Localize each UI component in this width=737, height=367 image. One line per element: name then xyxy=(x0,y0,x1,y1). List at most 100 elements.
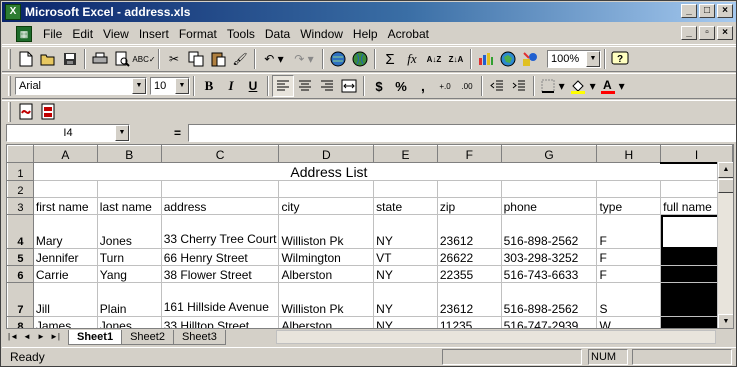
row-header[interactable]: 7 xyxy=(7,282,34,317)
row-header[interactable]: 4 xyxy=(7,214,34,249)
menu-help[interactable]: Help xyxy=(348,25,383,43)
cell[interactable]: NY xyxy=(373,316,438,328)
menu-edit[interactable]: Edit xyxy=(67,25,98,43)
chevron-down-icon[interactable]: ▼ xyxy=(586,51,600,67)
tab-sheet3[interactable]: Sheet3 xyxy=(172,329,226,345)
cell[interactable]: Carrie xyxy=(32,265,98,283)
cell[interactable]: VT xyxy=(373,248,438,266)
cell[interactable]: 38 Flower Street xyxy=(160,265,280,283)
cell[interactable]: 23612 xyxy=(436,282,502,317)
cell[interactable]: 23612 xyxy=(436,214,502,249)
chevron-down-icon[interactable]: ▼ xyxy=(132,78,146,94)
column-header[interactable]: H xyxy=(596,145,662,163)
cell[interactable]: Wilmington xyxy=(278,248,375,266)
cell[interactable]: Jennifer xyxy=(32,248,98,266)
align-center-icon[interactable] xyxy=(294,75,316,97)
column-header[interactable]: G xyxy=(500,145,598,163)
borders-icon[interactable]: ▾ xyxy=(538,75,568,97)
align-right-icon[interactable] xyxy=(316,75,338,97)
fill-color-icon[interactable]: ▾ xyxy=(568,75,598,97)
function-icon[interactable]: fx xyxy=(401,48,423,70)
cell[interactable]: NY xyxy=(373,265,438,283)
cell[interactable] xyxy=(596,180,662,198)
cell[interactable]: 22355 xyxy=(436,265,502,283)
cell[interactable]: city xyxy=(278,197,375,215)
cell[interactable]: Alberston xyxy=(278,316,375,328)
cell[interactable]: 516-898-2562 xyxy=(500,214,598,249)
new-icon[interactable] xyxy=(15,48,37,70)
cell[interactable]: first name xyxy=(32,197,98,215)
workbook-minimize-button[interactable]: _ xyxy=(681,26,697,40)
menu-acrobat[interactable]: Acrobat xyxy=(383,25,434,43)
cell[interactable]: 66 Henry Street xyxy=(160,248,280,266)
zoom-select[interactable]: 100% ▼ xyxy=(547,50,601,68)
align-left-icon[interactable] xyxy=(272,75,294,97)
cell[interactable]: NY xyxy=(373,282,438,317)
row-header[interactable]: 3 xyxy=(7,197,34,215)
font-color-icon[interactable]: A ▾ xyxy=(598,75,628,97)
vertical-scrollbar[interactable]: ▲ ▼ xyxy=(717,162,733,328)
toolbar-grip[interactable] xyxy=(8,76,11,96)
cell[interactable]: 303-298-3252 xyxy=(500,248,598,266)
row-header[interactable]: 6 xyxy=(7,265,34,283)
cell[interactable]: 516-898-2562 xyxy=(500,282,598,317)
cell[interactable]: 516-743-6633 xyxy=(500,265,598,283)
font-size-select[interactable]: 10 ▼ xyxy=(150,77,190,95)
decrease-indent-icon[interactable] xyxy=(486,75,508,97)
chevron-down-icon[interactable]: ▼ xyxy=(115,125,129,141)
toolbar-grip[interactable] xyxy=(8,49,11,69)
prev-sheet-icon[interactable]: ◄ xyxy=(20,330,34,344)
spelling-icon[interactable]: ABC✓ xyxy=(132,48,155,70)
cell[interactable]: zip xyxy=(436,197,502,215)
cell[interactable]: F xyxy=(596,248,662,266)
sort-ascending-icon[interactable]: A↓Z xyxy=(423,48,445,70)
web-toolbar-icon[interactable] xyxy=(349,48,371,70)
tab-sheet2[interactable]: Sheet2 xyxy=(121,329,174,345)
underline-button[interactable]: U xyxy=(242,75,264,97)
close-button[interactable]: × xyxy=(717,4,733,18)
maximize-button[interactable]: □ xyxy=(699,4,715,18)
formula-input[interactable] xyxy=(188,124,736,142)
workbook-icon[interactable]: ▦ xyxy=(16,25,32,42)
last-sheet-icon[interactable]: ►| xyxy=(48,330,62,344)
name-box[interactable]: I4 ▼ xyxy=(6,124,130,142)
workbook-close-button[interactable]: × xyxy=(717,26,733,40)
cell[interactable] xyxy=(500,180,598,198)
cell[interactable]: Plain xyxy=(96,282,162,317)
column-header-selected[interactable]: I xyxy=(660,145,733,164)
horizontal-scrollbar[interactable] xyxy=(276,330,716,344)
cell[interactable]: NY xyxy=(373,214,438,249)
cell[interactable]: Yang xyxy=(96,265,162,283)
cell[interactable]: F xyxy=(596,214,662,249)
autosum-icon[interactable]: Σ xyxy=(379,48,401,70)
next-sheet-icon[interactable]: ► xyxy=(34,330,48,344)
merge-center-icon[interactable] xyxy=(338,75,360,97)
map-icon[interactable] xyxy=(497,48,519,70)
cell[interactable]: last name xyxy=(96,197,162,215)
row-header[interactable]: 1 xyxy=(7,162,34,181)
scroll-down-icon[interactable]: ▼ xyxy=(718,314,733,328)
comma-button[interactable]: , xyxy=(412,75,434,97)
cell[interactable]: address xyxy=(160,197,280,215)
cell[interactable]: S xyxy=(596,282,662,317)
cell[interactable] xyxy=(96,180,162,198)
sort-descending-icon[interactable]: Z↓A xyxy=(445,48,467,70)
undo-icon[interactable]: ↶ ▾ xyxy=(259,48,289,70)
currency-button[interactable]: $ xyxy=(368,75,390,97)
cell[interactable]: 11235 xyxy=(436,316,502,328)
menu-data[interactable]: Data xyxy=(260,25,295,43)
cell[interactable] xyxy=(373,180,438,198)
cell[interactable]: W xyxy=(596,316,662,328)
chart-wizard-icon[interactable] xyxy=(475,48,497,70)
help-icon[interactable]: ? xyxy=(609,48,631,70)
cell[interactable]: 33 Hilltop Street xyxy=(160,316,280,328)
cell[interactable] xyxy=(436,180,502,198)
cell[interactable]: Williston Pk xyxy=(278,282,375,317)
convert-and-email-icon[interactable] xyxy=(37,101,59,123)
open-icon[interactable] xyxy=(37,48,59,70)
sheet-title-cell[interactable]: Address List xyxy=(32,162,733,181)
convert-to-pdf-icon[interactable] xyxy=(15,101,37,123)
cell[interactable]: Mary xyxy=(32,214,98,249)
menu-view[interactable]: View xyxy=(98,25,134,43)
cell[interactable]: Jill xyxy=(32,282,98,317)
